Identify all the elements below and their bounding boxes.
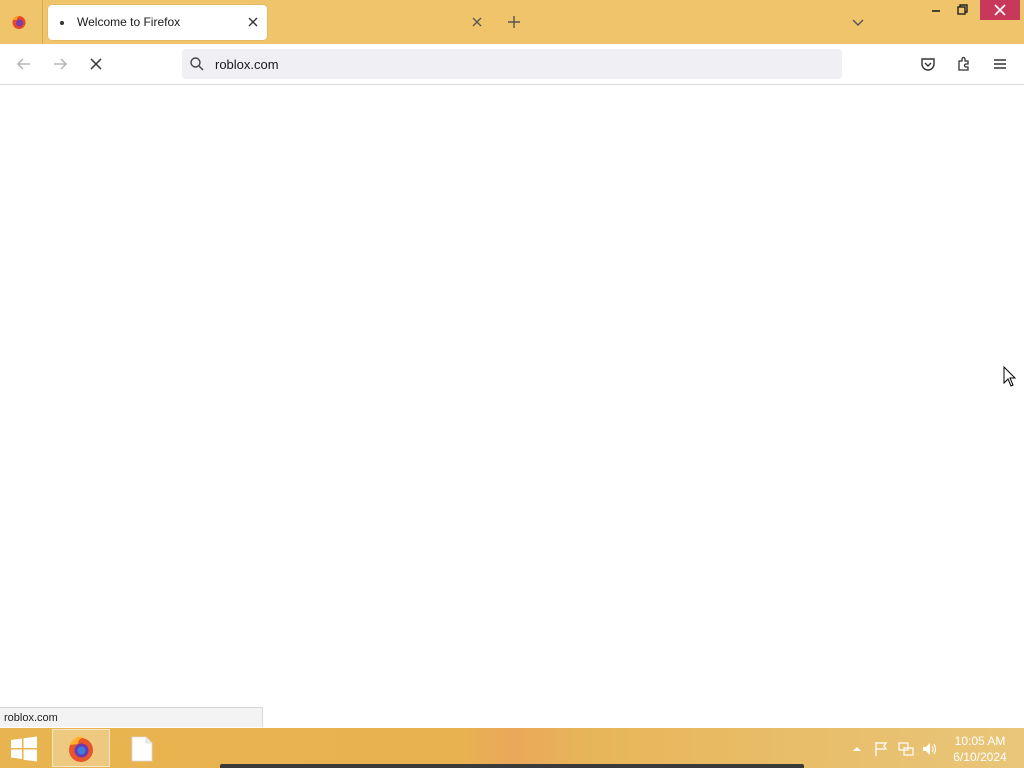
search-icon <box>190 57 204 71</box>
minimize-window-icon[interactable] <box>924 0 948 22</box>
windows-start-icon[interactable] <box>10 736 38 762</box>
screen-bottom-edge <box>220 764 804 768</box>
restore-window-icon[interactable] <box>950 0 974 22</box>
tab-bar: Welcome to Firefox <box>0 0 1024 44</box>
volume-speaker-icon[interactable] <box>921 740 939 758</box>
status-panel: roblox.com <box>0 707 263 727</box>
show-hidden-icons-icon[interactable] <box>848 740 866 758</box>
tab-loading-dot <box>60 21 64 25</box>
close-icon[interactable] <box>467 12 487 32</box>
firefox-view-icon[interactable] <box>11 14 27 30</box>
clock-time: 10:05 AM <box>954 734 1006 748</box>
close-tab-icon[interactable] <box>243 12 263 32</box>
action-center-flag-icon[interactable] <box>873 740 891 758</box>
url-text[interactable]: roblox.com <box>215 57 279 72</box>
taskbar-clock[interactable]: 10:05 AM 6/10/2024 <box>942 733 1018 765</box>
navigation-toolbar: roblox.com <box>0 44 1024 85</box>
hamburger-menu-icon[interactable] <box>990 54 1010 74</box>
tab-title: Welcome to Firefox <box>77 15 181 29</box>
close-window-icon <box>994 4 1006 16</box>
tab-separator <box>42 0 43 44</box>
forward-arrow-icon[interactable] <box>50 54 70 74</box>
page-content <box>0 85 1024 707</box>
new-tab-plus-icon[interactable] <box>504 12 524 32</box>
taskbar-file-icon[interactable] <box>130 736 154 762</box>
firefox-icon <box>69 736 93 762</box>
stop-loading-icon[interactable] <box>86 54 106 74</box>
address-bar[interactable]: roblox.com <box>182 49 842 79</box>
taskbar-firefox-button[interactable] <box>52 729 110 767</box>
taskbar: 10:05 AM 6/10/2024 <box>0 728 1024 768</box>
clock-date: 6/10/2024 <box>953 750 1007 764</box>
extensions-puzzle-icon[interactable] <box>954 54 974 74</box>
back-arrow-icon[interactable] <box>14 54 34 74</box>
pocket-icon[interactable] <box>918 54 938 74</box>
network-icon[interactable] <box>897 740 915 758</box>
mouse-cursor-icon <box>1003 366 1017 387</box>
list-all-tabs-chevron-icon[interactable] <box>848 12 868 32</box>
tab-welcome-to-firefox[interactable]: Welcome to Firefox <box>48 5 267 40</box>
close-window-button[interactable] <box>980 0 1020 20</box>
